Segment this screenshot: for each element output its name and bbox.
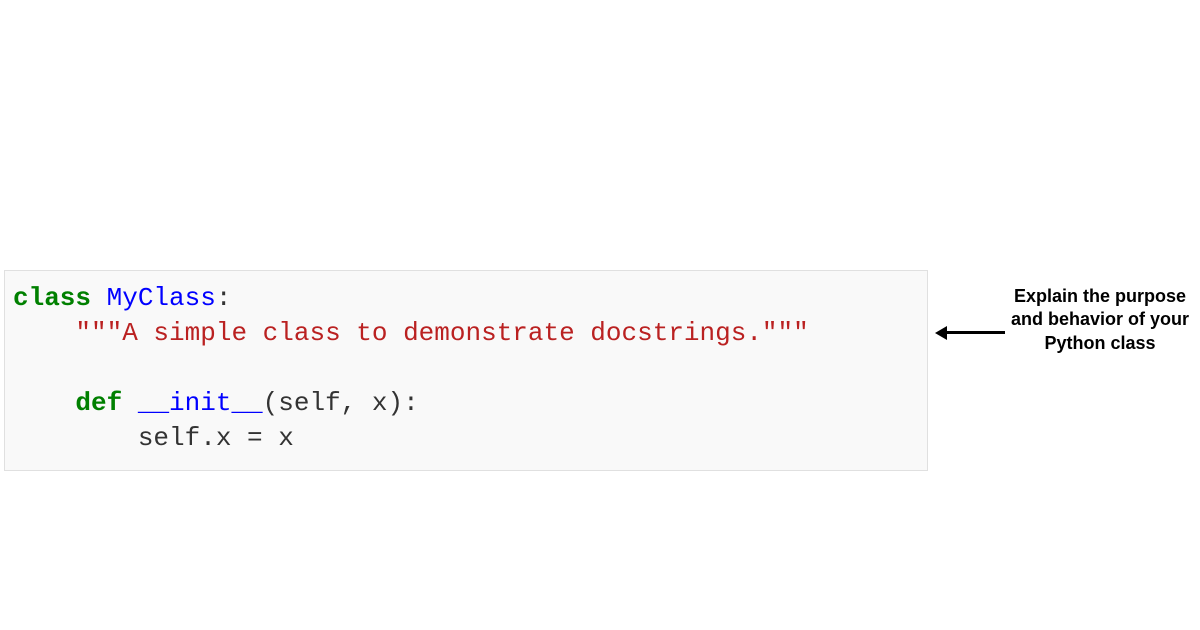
arrow-line-icon [945, 331, 1005, 334]
annotation-text: Explain the purpose and behavior of your… [1010, 285, 1190, 355]
code-block: class MyClass: """A simple class to demo… [4, 270, 928, 471]
params: (self, x): [263, 388, 419, 418]
code-line-2: """A simple class to demonstrate docstri… [13, 316, 919, 351]
code-line-4: def __init__(self, x): [13, 386, 919, 421]
arrow-icon [935, 326, 1005, 340]
keyword-def: def [75, 388, 122, 418]
indent [13, 423, 138, 453]
space [122, 388, 138, 418]
docstring: """A simple class to demonstrate docstri… [75, 318, 808, 348]
code-line-3 [13, 351, 919, 386]
space [91, 283, 107, 313]
keyword-class: class [13, 283, 91, 313]
code-line-5: self.x = x [13, 421, 919, 456]
class-name: MyClass [107, 283, 216, 313]
indent [13, 318, 75, 348]
indent [13, 388, 75, 418]
colon: : [216, 283, 232, 313]
function-name: __init__ [138, 388, 263, 418]
code-line-1: class MyClass: [13, 281, 919, 316]
body: self.x = x [138, 423, 294, 453]
